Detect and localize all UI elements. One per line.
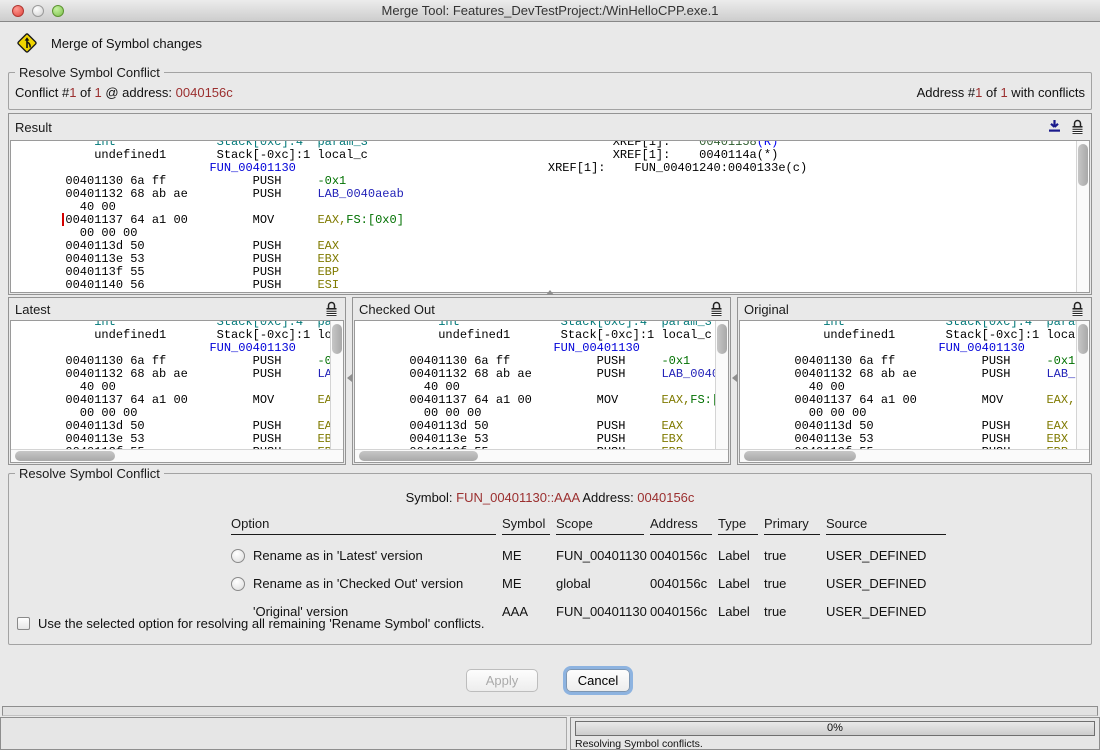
original-horizontal-scrollbar[interactable]	[740, 449, 1089, 462]
result-panel: Result int Stack[0xc]:4 param_3 XREF[1]:…	[8, 113, 1092, 295]
resolve-conflict-legend: Resolve Symbol Conflict	[15, 466, 164, 481]
lock-icon[interactable]	[709, 301, 724, 317]
column-header-address: Address	[650, 516, 712, 535]
original-panel-title: Original	[744, 302, 1062, 317]
option-type: Label	[718, 548, 758, 563]
scrollbar-thumb[interactable]	[1078, 324, 1088, 354]
scrollbar-thumb[interactable]	[717, 324, 727, 354]
latest-listing[interactable]: int Stack[0xc]:4 param_3 XREF[1]: 004011…	[10, 320, 344, 463]
apply-to-all-label: Use the selected option for resolving al…	[38, 616, 484, 631]
column-header-option: Option	[231, 516, 496, 535]
scrollbar-thumb[interactable]	[359, 451, 478, 461]
checked-out-vertical-scrollbar[interactable]	[715, 321, 728, 449]
column-header-scope: Scope	[556, 516, 644, 535]
option-type: Label	[718, 576, 758, 591]
column-header-source: Source	[826, 516, 946, 535]
progress-area: 0% Resolving Symbol conflicts.	[570, 717, 1100, 750]
cancel-button[interactable]: Cancel	[566, 669, 630, 692]
checked-out-panel-title: Checked Out	[359, 302, 701, 317]
latest-panel-header: Latest	[9, 298, 345, 320]
option-primary: true	[764, 576, 820, 591]
result-listing[interactable]: int Stack[0xc]:4 param_3 XREF[1]: 004011…	[10, 140, 1090, 293]
apply-to-all-row: Use the selected option for resolving al…	[17, 616, 484, 631]
option-label: Rename as in 'Latest' version	[253, 548, 423, 563]
latest-panel: Latest int Stack[0xc]:4 param_3 XREF[1]:…	[8, 297, 346, 465]
checked-out-panel-header: Checked Out	[353, 298, 730, 320]
banner-title: Merge of Symbol changes	[51, 36, 202, 51]
title-bar: Merge Tool: Features_DevTestProject:/Win…	[0, 0, 1100, 22]
column-header-type: Type	[718, 516, 758, 535]
scrollbar-thumb[interactable]	[744, 451, 856, 461]
address-counter: Address #1 of 1 with conflicts	[917, 85, 1085, 100]
option-symbol: AAA	[502, 604, 550, 619]
window-title: Merge Tool: Features_DevTestProject:/Win…	[0, 3, 1100, 18]
result-panel-title: Result	[15, 120, 1039, 135]
checked-out-listing[interactable]: int Stack[0xc]:4 param_3 XREF[1]: 004011…	[354, 320, 729, 463]
splitter-collapse-handle[interactable]	[546, 290, 554, 295]
conflict-header-legend: Resolve Symbol Conflict	[15, 65, 164, 80]
option-address: 0040156c	[650, 576, 712, 591]
option-label: Rename as in 'Checked Out' version	[253, 576, 463, 591]
lock-icon[interactable]	[1070, 301, 1085, 317]
lock-icon[interactable]	[324, 301, 339, 317]
option-radio[interactable]	[231, 549, 245, 563]
original-listing[interactable]: int Stack[0xc]:4 param_3 XREF[1]: 004011…	[739, 320, 1090, 463]
column-header-primary: Primary	[764, 516, 820, 535]
symbol-address-line: Symbol: FUN_00401130::AAA Address: 00401…	[9, 490, 1091, 505]
conflict-header-group: Resolve Symbol Conflict Conflict #1 of 1…	[8, 72, 1092, 110]
status-message-area	[0, 717, 567, 750]
option-source: USER_DEFINED	[826, 604, 946, 619]
option-symbol: ME	[502, 548, 550, 563]
option-row: Rename as in 'Checked Out' version ME glob…	[231, 576, 952, 591]
go-to-end-icon[interactable]	[1047, 119, 1062, 135]
original-panel: Original int Stack[0xc]:4 param_3 XREF[1…	[737, 297, 1092, 465]
option-primary: true	[764, 548, 820, 563]
option-scope: global	[556, 576, 644, 591]
option-type: Label	[718, 604, 758, 619]
option-symbol: ME	[502, 576, 550, 591]
option-primary: true	[764, 604, 820, 619]
apply-button[interactable]: Apply	[466, 669, 538, 692]
lock-icon[interactable]	[1070, 119, 1085, 135]
scrollbar-thumb[interactable]	[15, 451, 115, 461]
latest-horizontal-scrollbar[interactable]	[11, 449, 343, 462]
option-radio[interactable]	[231, 577, 245, 591]
merge-banner: Merge of Symbol changes	[16, 32, 202, 54]
latest-vertical-scrollbar[interactable]	[330, 321, 343, 449]
option-source: USER_DEFINED	[826, 576, 946, 591]
option-address: 0040156c	[650, 604, 712, 619]
latest-panel-title: Latest	[15, 302, 316, 317]
option-scope: FUN_00401130	[556, 548, 644, 563]
option-source: USER_DEFINED	[826, 548, 946, 563]
result-vertical-scrollbar[interactable]	[1076, 141, 1089, 292]
resolve-conflict-group: Resolve Symbol Conflict Symbol: FUN_0040…	[8, 473, 1092, 645]
original-vertical-scrollbar[interactable]	[1076, 321, 1089, 449]
merge-tool-window: { "window": { "title": "Merge Tool: Feat…	[0, 0, 1100, 750]
progress-message: Resolving Symbol conflicts.	[575, 738, 703, 750]
options-header-row: Option Symbol Scope Address Type Primary…	[231, 516, 952, 535]
option-address: 0040156c	[650, 548, 712, 563]
result-panel-header: Result	[9, 114, 1091, 140]
scrollbar-thumb[interactable]	[1078, 144, 1088, 186]
checked-out-horizontal-scrollbar[interactable]	[355, 449, 728, 462]
merge-warning-icon	[16, 32, 38, 54]
apply-to-all-checkbox[interactable]	[17, 617, 30, 630]
conflict-counter: Conflict #1 of 1 @ address: 0040156c	[15, 85, 233, 100]
conflict-options-table: Option Symbol Scope Address Type Primary…	[231, 516, 952, 619]
tool-status-strip	[2, 706, 1098, 716]
option-row: Rename as in 'Latest' version ME FUN_00401…	[231, 548, 952, 563]
checked-out-panel: Checked Out int Stack[0xc]:4 param_3 XRE…	[352, 297, 731, 465]
option-scope: FUN_00401130	[556, 604, 644, 619]
column-header-symbol: Symbol	[502, 516, 550, 535]
scrollbar-thumb[interactable]	[332, 324, 342, 354]
original-panel-header: Original	[738, 298, 1091, 320]
progress-bar: 0%	[575, 721, 1095, 736]
